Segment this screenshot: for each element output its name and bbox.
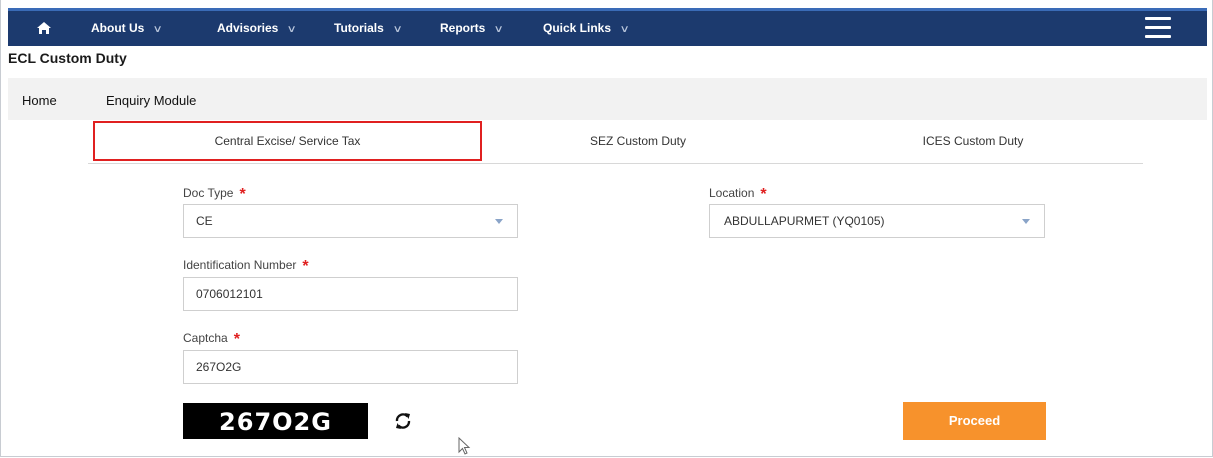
page-title: ECL Custom Duty [8,50,127,66]
captcha-image: 267O2G [183,403,368,439]
captcha-input-value: 267O2G [196,360,242,374]
nav-reports-label: Reports [440,21,486,35]
doc-type-select[interactable]: CE [183,204,518,238]
location-value: ABDULLAPURMET (YQ0105) [724,214,885,228]
nav-tutorials[interactable]: Tutorials ∨ [334,21,403,35]
required-asterisk: * [233,331,240,348]
captcha-input[interactable]: 267O2G [183,350,518,384]
chevron-down-icon: ∨ [392,24,403,35]
module-menu-bar: Home Enquiry Module [8,78,1207,120]
nav-quick-links-label: Quick Links [543,21,612,35]
captcha-label-text: Captcha [183,331,228,345]
top-navbar: About Us ∨ Advisories ∨ Tutorials ∨ Reports… [8,8,1207,46]
location-select[interactable]: ABDULLAPURMET (YQ0105) [709,204,1045,238]
nav-about-us[interactable]: About Us ∨ [91,21,164,35]
location-label: Location * [709,186,767,204]
menu-home-link[interactable]: Home [22,93,57,108]
tab-ices-custom-duty[interactable]: ICES Custom Duty [878,121,1068,161]
chevron-down-icon: ∨ [493,24,505,35]
dropdown-caret-icon [495,219,503,224]
location-label-text: Location [709,186,755,200]
doc-type-label-text: Doc Type [183,186,234,200]
nav-advisories-label: Advisories [217,21,279,35]
nav-tutorials-label: Tutorials [334,21,384,35]
required-asterisk: * [302,258,309,275]
chevron-down-icon: ∨ [152,24,164,35]
captcha-label: Captcha * [183,331,240,349]
home-icon[interactable] [36,20,52,36]
identification-number-label-text: Identification Number [183,258,297,272]
nav-quick-links[interactable]: Quick Links ∨ [543,21,630,35]
doc-type-value: CE [196,214,213,228]
nav-about-us-label: About Us [91,21,145,35]
title-bar [8,46,1207,76]
nav-reports[interactable]: Reports ∨ [440,21,505,35]
identification-number-input[interactable]: 0706012101 [183,277,518,311]
proceed-button[interactable]: Proceed [903,402,1046,440]
hamburger-menu-icon[interactable] [1145,17,1171,39]
mouse-cursor-icon [458,437,471,455]
doc-type-label: Doc Type * [183,186,246,204]
chevron-down-icon: ∨ [619,24,630,35]
refresh-icon[interactable] [393,411,413,431]
menu-enquiry-module-link[interactable]: Enquiry Module [106,93,196,108]
tab-sez-custom-duty[interactable]: SEZ Custom Duty [538,121,738,161]
tab-central-excise[interactable]: Central Excise/ Service Tax [93,121,482,161]
required-asterisk: * [239,186,246,203]
dropdown-caret-icon [1022,219,1030,224]
duty-type-tabs: Central Excise/ Service Tax SEZ Custom D… [88,121,1143,164]
identification-number-value: 0706012101 [196,287,263,301]
identification-number-label: Identification Number * [183,258,309,276]
nav-advisories[interactable]: Advisories ∨ [217,21,298,35]
required-asterisk: * [760,186,767,203]
chevron-down-icon: ∨ [286,24,298,35]
